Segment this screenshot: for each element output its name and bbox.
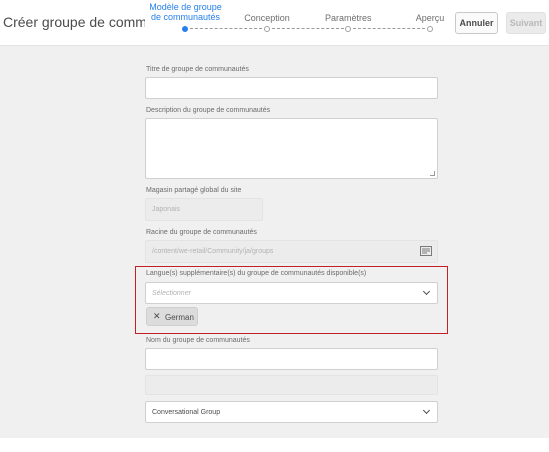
resize-handle-icon[interactable] [430, 171, 435, 176]
cancel-button[interactable]: Annuler [455, 12, 498, 34]
step-label-settings[interactable]: Paramètres [325, 13, 372, 23]
chevron-down-icon [422, 406, 431, 415]
store-label: Magasin partagé global du site [146, 187, 242, 194]
languages-select[interactable]: Sélectionner [145, 282, 438, 304]
description-textarea[interactable] [145, 118, 438, 179]
step-label-template[interactable]: Modèle de groupe de communautés [147, 2, 224, 22]
languages-label: Langue(s) supplémentaire(s) du groupe de… [146, 270, 367, 277]
root-label: Racine du groupe de communautés [146, 229, 257, 236]
empty-disabled-field [145, 375, 438, 395]
title-label: Titre de groupe de communautés [146, 66, 249, 73]
title-input[interactable] [145, 77, 438, 99]
name-label: Nom du groupe de communautés [146, 337, 250, 344]
step-dot-preview [427, 26, 433, 32]
name-input[interactable] [145, 348, 438, 370]
chevron-down-icon [422, 287, 431, 296]
remove-tag-close-icon[interactable]: ✕ [153, 311, 161, 322]
selected-language-tag: ✕ German [146, 307, 198, 326]
browse-folder-icon[interactable] [420, 246, 432, 256]
selected-language-label: German [165, 313, 194, 322]
root-field: /content/we-retail/Community/ja/groups [145, 240, 438, 263]
languages-placeholder: Sélectionner [152, 290, 191, 297]
step-dot-settings [345, 26, 351, 32]
step-connector [353, 28, 425, 29]
next-button[interactable]: Suivant [506, 12, 546, 34]
step-label-design[interactable]: Conception [244, 13, 290, 23]
step-connector [190, 28, 262, 29]
store-field: Japonais [145, 198, 263, 221]
header-bar: Créer groupe de communautés Modèle de gr… [0, 0, 549, 46]
group-type-value: Conversational Group [152, 409, 221, 416]
root-value: /content/we-retail/Community/ja/groups [152, 248, 274, 255]
step-dot-template [182, 26, 188, 32]
footer-strip [0, 438, 549, 452]
step-dot-design [264, 26, 270, 32]
description-label: Description du groupe de communautés [146, 107, 271, 114]
group-type-select[interactable]: Conversational Group [145, 401, 438, 423]
step-connector [272, 28, 344, 29]
store-value: Japonais [152, 206, 181, 213]
step-label-preview[interactable]: Aperçu [408, 13, 452, 23]
